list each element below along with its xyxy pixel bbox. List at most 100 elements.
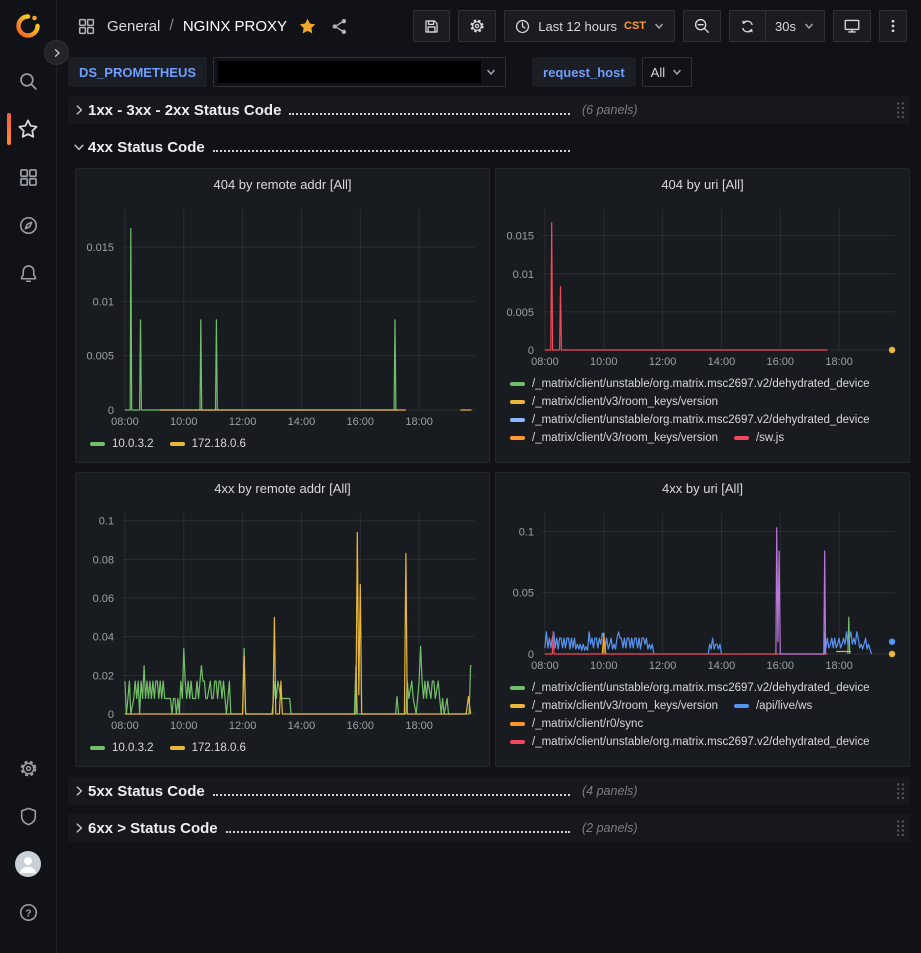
row-header-1xx-3xx-2xx[interactable]: 1xx - 3xx - 2xx Status Code (6 panels) <box>68 96 910 124</box>
grafana-logo-icon <box>14 12 42 40</box>
svg-text:14:00: 14:00 <box>708 660 736 672</box>
legend-swatch <box>510 704 525 708</box>
row-header-6xx[interactable]: 6xx > Status Code (2 panels) <box>68 814 910 842</box>
legend-item[interactable]: /api/live/ws <box>734 700 812 712</box>
sidebar-item-search[interactable] <box>0 64 57 98</box>
panel-4xx-by-remote-addr: 4xx by remote addr [All] 08:0010:0012:00… <box>75 472 490 767</box>
chevron-right-icon <box>52 48 62 58</box>
sidebar-item-dashboards[interactable] <box>0 160 57 194</box>
share-icon <box>330 17 349 36</box>
gear-icon <box>468 17 486 35</box>
legend-swatch <box>510 436 525 440</box>
legend-item[interactable]: /_matrix/client/unstable/org.matrix.msc2… <box>510 736 870 748</box>
svg-text:18:00: 18:00 <box>405 416 433 428</box>
legend-swatch <box>510 740 525 744</box>
chart-legend: /_matrix/client/unstable/org.matrix.msc2… <box>496 371 909 444</box>
panel-count: (6 panels) <box>582 103 638 117</box>
legend-item[interactable]: /_matrix/client/unstable/org.matrix.msc2… <box>510 682 870 694</box>
time-range-picker[interactable]: Last 12 hours CST <box>504 10 675 42</box>
save-dashboard-button[interactable] <box>413 10 450 42</box>
legend-item[interactable]: 172.18.0.6 <box>170 438 246 450</box>
clock-icon <box>514 18 531 35</box>
dotted-leader <box>213 794 570 796</box>
datasource-variable-label: DS_PROMETHEUS <box>68 57 207 87</box>
panel-grid: 404 by remote addr [All] 08:0010:0012:00… <box>75 168 910 767</box>
time-series-chart[interactable]: 08:0010:0012:0014:0016:0018:0000.020.040… <box>82 503 485 735</box>
panel-count: (4 panels) <box>582 784 638 798</box>
datasource-select[interactable] <box>213 57 506 87</box>
refresh-interval-dropdown[interactable]: 30s <box>765 10 825 42</box>
row-title-wrap: 1xx - 3xx - 2xx Status Code <box>88 102 572 119</box>
legend-swatch <box>170 442 185 446</box>
svg-text:?: ? <box>25 907 31 919</box>
legend-item[interactable]: 172.18.0.6 <box>170 742 246 754</box>
panel-title[interactable]: 4xx by remote addr [All] <box>76 477 489 501</box>
svg-text:0.02: 0.02 <box>93 670 114 682</box>
star-filled-icon <box>298 17 317 36</box>
legend-label: /_matrix/client/v3/room_keys/version <box>532 432 718 444</box>
legend-item[interactable]: 10.0.3.2 <box>90 742 154 754</box>
legend-item[interactable]: /_matrix/client/v3/room_keys/version <box>510 432 718 444</box>
sidebar-item-alerting[interactable] <box>0 256 57 290</box>
sidebar-item-server-admin[interactable] <box>0 799 57 833</box>
legend-item[interactable]: /_matrix/client/v3/room_keys/version <box>510 396 718 408</box>
svg-text:0.06: 0.06 <box>93 593 114 605</box>
row-drag-handle[interactable] <box>895 101 906 119</box>
svg-text:0.015: 0.015 <box>86 242 114 254</box>
dashboard-settings-button[interactable] <box>458 10 496 42</box>
request-host-variable-label: request_host <box>532 57 636 87</box>
grafana-logo[interactable] <box>13 12 43 42</box>
time-series-chart[interactable]: 08:0010:0012:0014:0016:0018:0000.0050.01… <box>82 199 485 431</box>
svg-text:16:00: 16:00 <box>767 356 795 368</box>
legend-label: /_matrix/client/unstable/org.matrix.msc2… <box>532 414 870 426</box>
dashboard-grid-icon <box>75 15 98 38</box>
chevron-right-icon <box>72 103 88 117</box>
row-title-wrap: 5xx Status Code <box>88 783 572 800</box>
breadcrumb-folder[interactable]: General <box>107 18 160 35</box>
search-icon <box>18 71 39 92</box>
sidebar-item-explore[interactable] <box>0 208 57 242</box>
sidebar-item-profile[interactable] <box>0 847 57 881</box>
svg-text:0.01: 0.01 <box>93 296 114 308</box>
row-title-wrap: 4xx Status Code <box>88 139 572 156</box>
legend-item[interactable]: 10.0.3.2 <box>90 438 154 450</box>
panel-title[interactable]: 404 by remote addr [All] <box>76 173 489 197</box>
sidebar-item-configuration[interactable] <box>0 751 57 785</box>
more-options-button[interactable] <box>879 10 907 42</box>
legend-item[interactable]: /_matrix/client/v3/room_keys/version <box>510 700 718 712</box>
sidebar-nav <box>0 64 57 304</box>
legend-swatch <box>170 746 185 750</box>
sidebar-expand-button[interactable] <box>44 40 69 65</box>
variables-bar: DS_PROMETHEUS request_host All <box>57 52 921 92</box>
time-series-chart[interactable]: 08:0010:0012:0014:0016:0018:0000.050.1 <box>502 503 905 675</box>
svg-text:0.05: 0.05 <box>513 588 534 600</box>
legend-swatch <box>510 418 525 422</box>
svg-text:0.04: 0.04 <box>93 632 114 644</box>
legend-item[interactable]: /_matrix/client/unstable/org.matrix.msc2… <box>510 378 870 390</box>
row-header-5xx[interactable]: 5xx Status Code (4 panels) <box>68 777 910 805</box>
row-drag-handle[interactable] <box>895 819 906 837</box>
panel-title[interactable]: 404 by uri [All] <box>496 173 909 197</box>
row-title: 5xx Status Code <box>88 783 205 800</box>
chart-legend: /_matrix/client/unstable/org.matrix.msc2… <box>496 675 909 748</box>
svg-text:10:00: 10:00 <box>590 660 618 672</box>
legend-item[interactable]: /_matrix/client/unstable/org.matrix.msc2… <box>510 414 870 426</box>
panel-title[interactable]: 4xx by uri [All] <box>496 477 909 501</box>
legend-item[interactable]: /_matrix/client/r0/sync <box>510 718 643 730</box>
row-drag-handle[interactable] <box>895 782 906 800</box>
legend-item[interactable]: /sw.js <box>734 432 784 444</box>
time-series-chart[interactable]: 08:0010:0012:0014:0016:0018:0000.0050.01… <box>502 199 905 371</box>
zoom-out-button[interactable] <box>683 10 721 42</box>
svg-text:0: 0 <box>108 709 114 721</box>
share-dashboard-button[interactable] <box>328 15 351 38</box>
sidebar-item-starred[interactable] <box>0 112 57 146</box>
row-header-4xx[interactable]: 4xx Status Code <box>68 134 910 160</box>
sidebar-item-help[interactable]: ? <box>0 895 57 929</box>
refresh-button[interactable] <box>729 10 765 42</box>
legend-swatch <box>90 746 105 750</box>
cycle-view-mode-button[interactable] <box>833 10 871 42</box>
legend-label: /_matrix/client/v3/room_keys/version <box>532 396 718 408</box>
favorite-star-button[interactable] <box>296 15 319 38</box>
request-host-select[interactable]: All <box>642 57 692 87</box>
save-icon <box>423 18 440 35</box>
